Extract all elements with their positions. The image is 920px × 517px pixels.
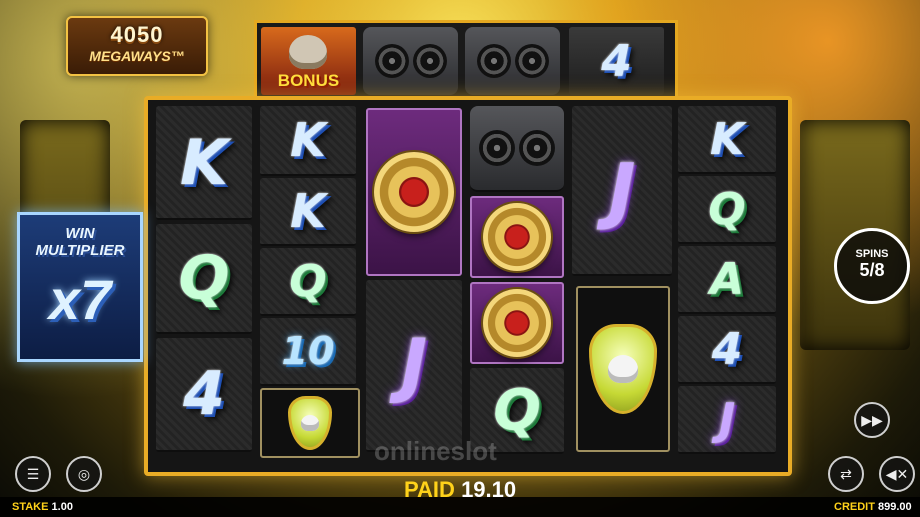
credit-label: CREDIT	[834, 501, 875, 513]
bottom-bar	[0, 497, 920, 517]
reel-4-cell	[470, 282, 564, 364]
sound-button[interactable]: ◀✕	[879, 456, 915, 492]
spins-counter: SPINS 5/8	[834, 228, 910, 304]
symbol-k: K	[290, 184, 326, 238]
symbol-a: A	[709, 253, 745, 305]
guitar-pick-icon	[589, 324, 657, 414]
symbol-k: K	[709, 113, 745, 165]
speaker-icon	[476, 44, 511, 78]
sound-off-icon: ◀✕	[885, 465, 909, 482]
reel-5-cell	[576, 286, 670, 452]
megaways-logo: 4050 MEGAWAYS™	[66, 16, 208, 76]
win-multiplier-panel: WIN MULTIPLIER x7	[17, 212, 143, 362]
stake-display: STAKE 1.00	[12, 501, 73, 513]
symbol-j: J	[608, 148, 636, 232]
reel-6-cell: A	[678, 246, 776, 314]
skull-icon	[289, 35, 327, 69]
symbol-4: 4	[711, 323, 743, 375]
gold-record-icon	[483, 289, 551, 357]
symbol-4: 4	[183, 359, 225, 429]
reel-4-cell	[470, 106, 564, 192]
guitar-pick-icon	[288, 396, 332, 450]
top-reel-cell	[363, 27, 458, 95]
reels-frame: K Q 4 K K Q 10 J Q J K Q A 4 J	[144, 96, 792, 476]
reel-6-cell: Q	[678, 176, 776, 244]
spins-label: SPINS	[855, 248, 889, 260]
reel-2-cell	[260, 388, 360, 458]
reel-2-cell: Q	[260, 248, 356, 316]
logo-number: 4050	[110, 22, 164, 47]
win-label: WIN	[65, 225, 95, 242]
reel-6-cell: K	[678, 106, 776, 174]
speaker-icon	[374, 44, 409, 78]
symbol-k: K	[290, 113, 326, 167]
fast-forward-icon: ▶▶	[861, 411, 883, 428]
spins-value: 5/8	[859, 260, 885, 280]
top-reel-cell	[465, 27, 560, 95]
symbol-q: Q	[289, 255, 327, 307]
symbol-q: Q	[178, 243, 230, 313]
logo-word: MEGAWAYS™	[89, 48, 185, 64]
reel-4-cell	[470, 196, 564, 278]
symbol-q: Q	[708, 183, 746, 235]
speaker-icon	[479, 130, 515, 166]
reel-1-cell: Q	[156, 224, 252, 334]
reel-2-cell: 10	[260, 318, 356, 386]
reel-2-cell: K	[260, 106, 356, 176]
symbol-k: K	[179, 125, 229, 199]
reel-2-cell: K	[260, 178, 356, 246]
stake-value: 1.00	[51, 501, 73, 513]
credit-display: CREDIT 899.00	[834, 501, 912, 513]
menu-icon: ☰	[26, 465, 40, 482]
reel-1-cell: K	[156, 106, 252, 220]
speaker-icon	[519, 130, 555, 166]
reel-3-cell	[366, 108, 462, 276]
stake-label: STAKE	[12, 501, 49, 513]
symbol-j: J	[718, 393, 736, 445]
coins-icon: ◎	[77, 465, 91, 482]
autoplay-button[interactable]: ⇄	[828, 456, 864, 492]
multiplier-value: x7	[48, 268, 112, 331]
symbol-q: Q	[493, 377, 541, 443]
reel-3-cell: J	[366, 280, 462, 452]
gold-record-icon	[483, 203, 551, 271]
top-reel-cell: BONUS	[261, 27, 356, 95]
multiplier-label: MULTIPLIER	[35, 242, 125, 259]
reel-5-cell: J	[572, 106, 672, 276]
reel-1-cell: 4	[156, 338, 252, 452]
skull-icon	[301, 415, 319, 431]
turbo-button[interactable]: ▶▶	[854, 402, 890, 438]
symbol-j: J	[400, 324, 428, 406]
speaker-icon	[412, 44, 447, 78]
credit-value: 899.00	[878, 501, 912, 513]
top-reel-cell: 4	[569, 27, 664, 95]
watermark: onlineslot	[374, 436, 497, 466]
autoplay-icon: ⇄	[840, 465, 852, 482]
top-reel: BONUS 4	[254, 20, 678, 99]
menu-button[interactable]: ☰	[15, 456, 51, 492]
bonus-label: BONUS	[277, 71, 340, 90]
symbol-4: 4	[601, 35, 632, 87]
symbol-10: 10	[281, 329, 335, 373]
speaker-icon	[514, 44, 549, 78]
gold-record-icon	[374, 152, 454, 232]
reel-6-cell: 4	[678, 316, 776, 384]
reel-6-cell: J	[678, 386, 776, 454]
skull-icon	[608, 355, 638, 383]
bet-button[interactable]: ◎	[66, 456, 102, 492]
